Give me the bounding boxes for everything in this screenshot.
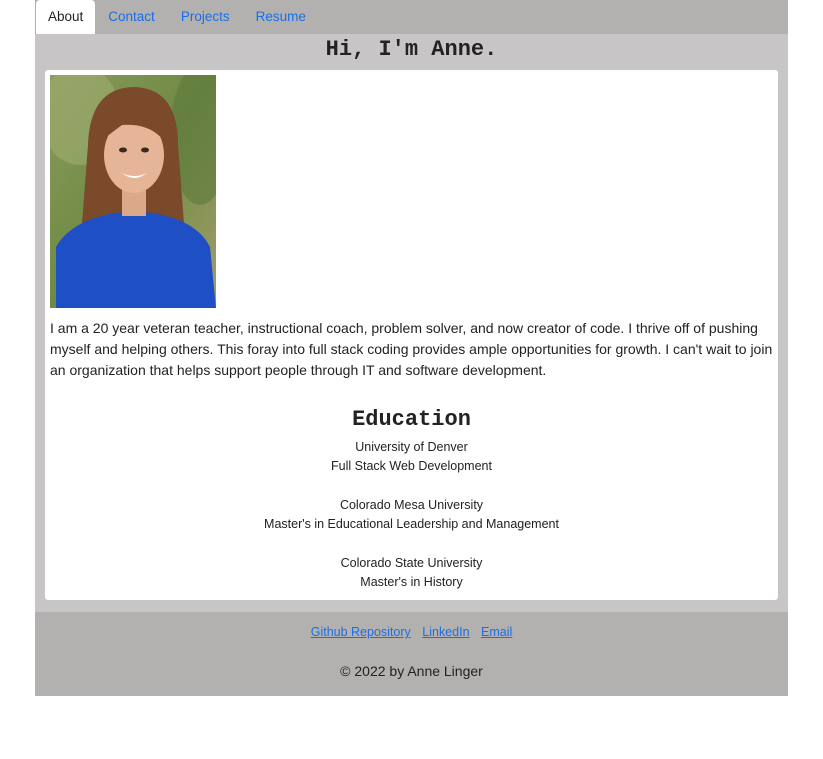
school-name: Colorado State University [340,556,483,570]
school-program: Master's in History [360,575,463,589]
education-heading: Education [352,407,471,432]
github-link[interactable]: Github Repository [311,625,411,639]
bio-text: I am a 20 year veteran teacher, instruct… [50,320,773,378]
nav-tabs: About Contact Projects Resume [35,0,788,34]
about-card: I am a 20 year veteran teacher, instruct… [45,70,778,600]
main-section: Hi, I'm Anne. I am a 20 year veteran tea… [35,34,788,612]
education-item: Colorado Mesa University Master's in Edu… [50,496,773,534]
copyright-text: © 2022 by Anne Linger [340,663,483,679]
tab-resume[interactable]: Resume [243,0,319,34]
education-item: Colorado State University Master's in Hi… [50,554,773,592]
school-name: University of Denver [355,440,468,454]
tab-projects[interactable]: Projects [168,0,243,34]
linkedin-link[interactable]: LinkedIn [422,625,469,639]
tab-about[interactable]: About [36,0,96,34]
school-program: Full Stack Web Development [331,459,492,473]
education-list: University of Denver Full Stack Web Deve… [50,438,773,592]
page-title: Hi, I'm Anne. [325,37,498,62]
footer-links: Github Repository LinkedIn Email [35,625,788,639]
profile-photo [50,75,216,308]
school-program: Master's in Educational Leadership and M… [264,517,559,531]
education-item: University of Denver Full Stack Web Deve… [50,438,773,476]
page-container: About Contact Projects Resume Hi, I'm An… [35,0,788,696]
footer: Github Repository LinkedIn Email © 2022 … [35,612,788,696]
tab-contact[interactable]: Contact [95,0,168,34]
school-name: Colorado Mesa University [339,498,484,512]
email-link[interactable]: Email [481,625,512,639]
